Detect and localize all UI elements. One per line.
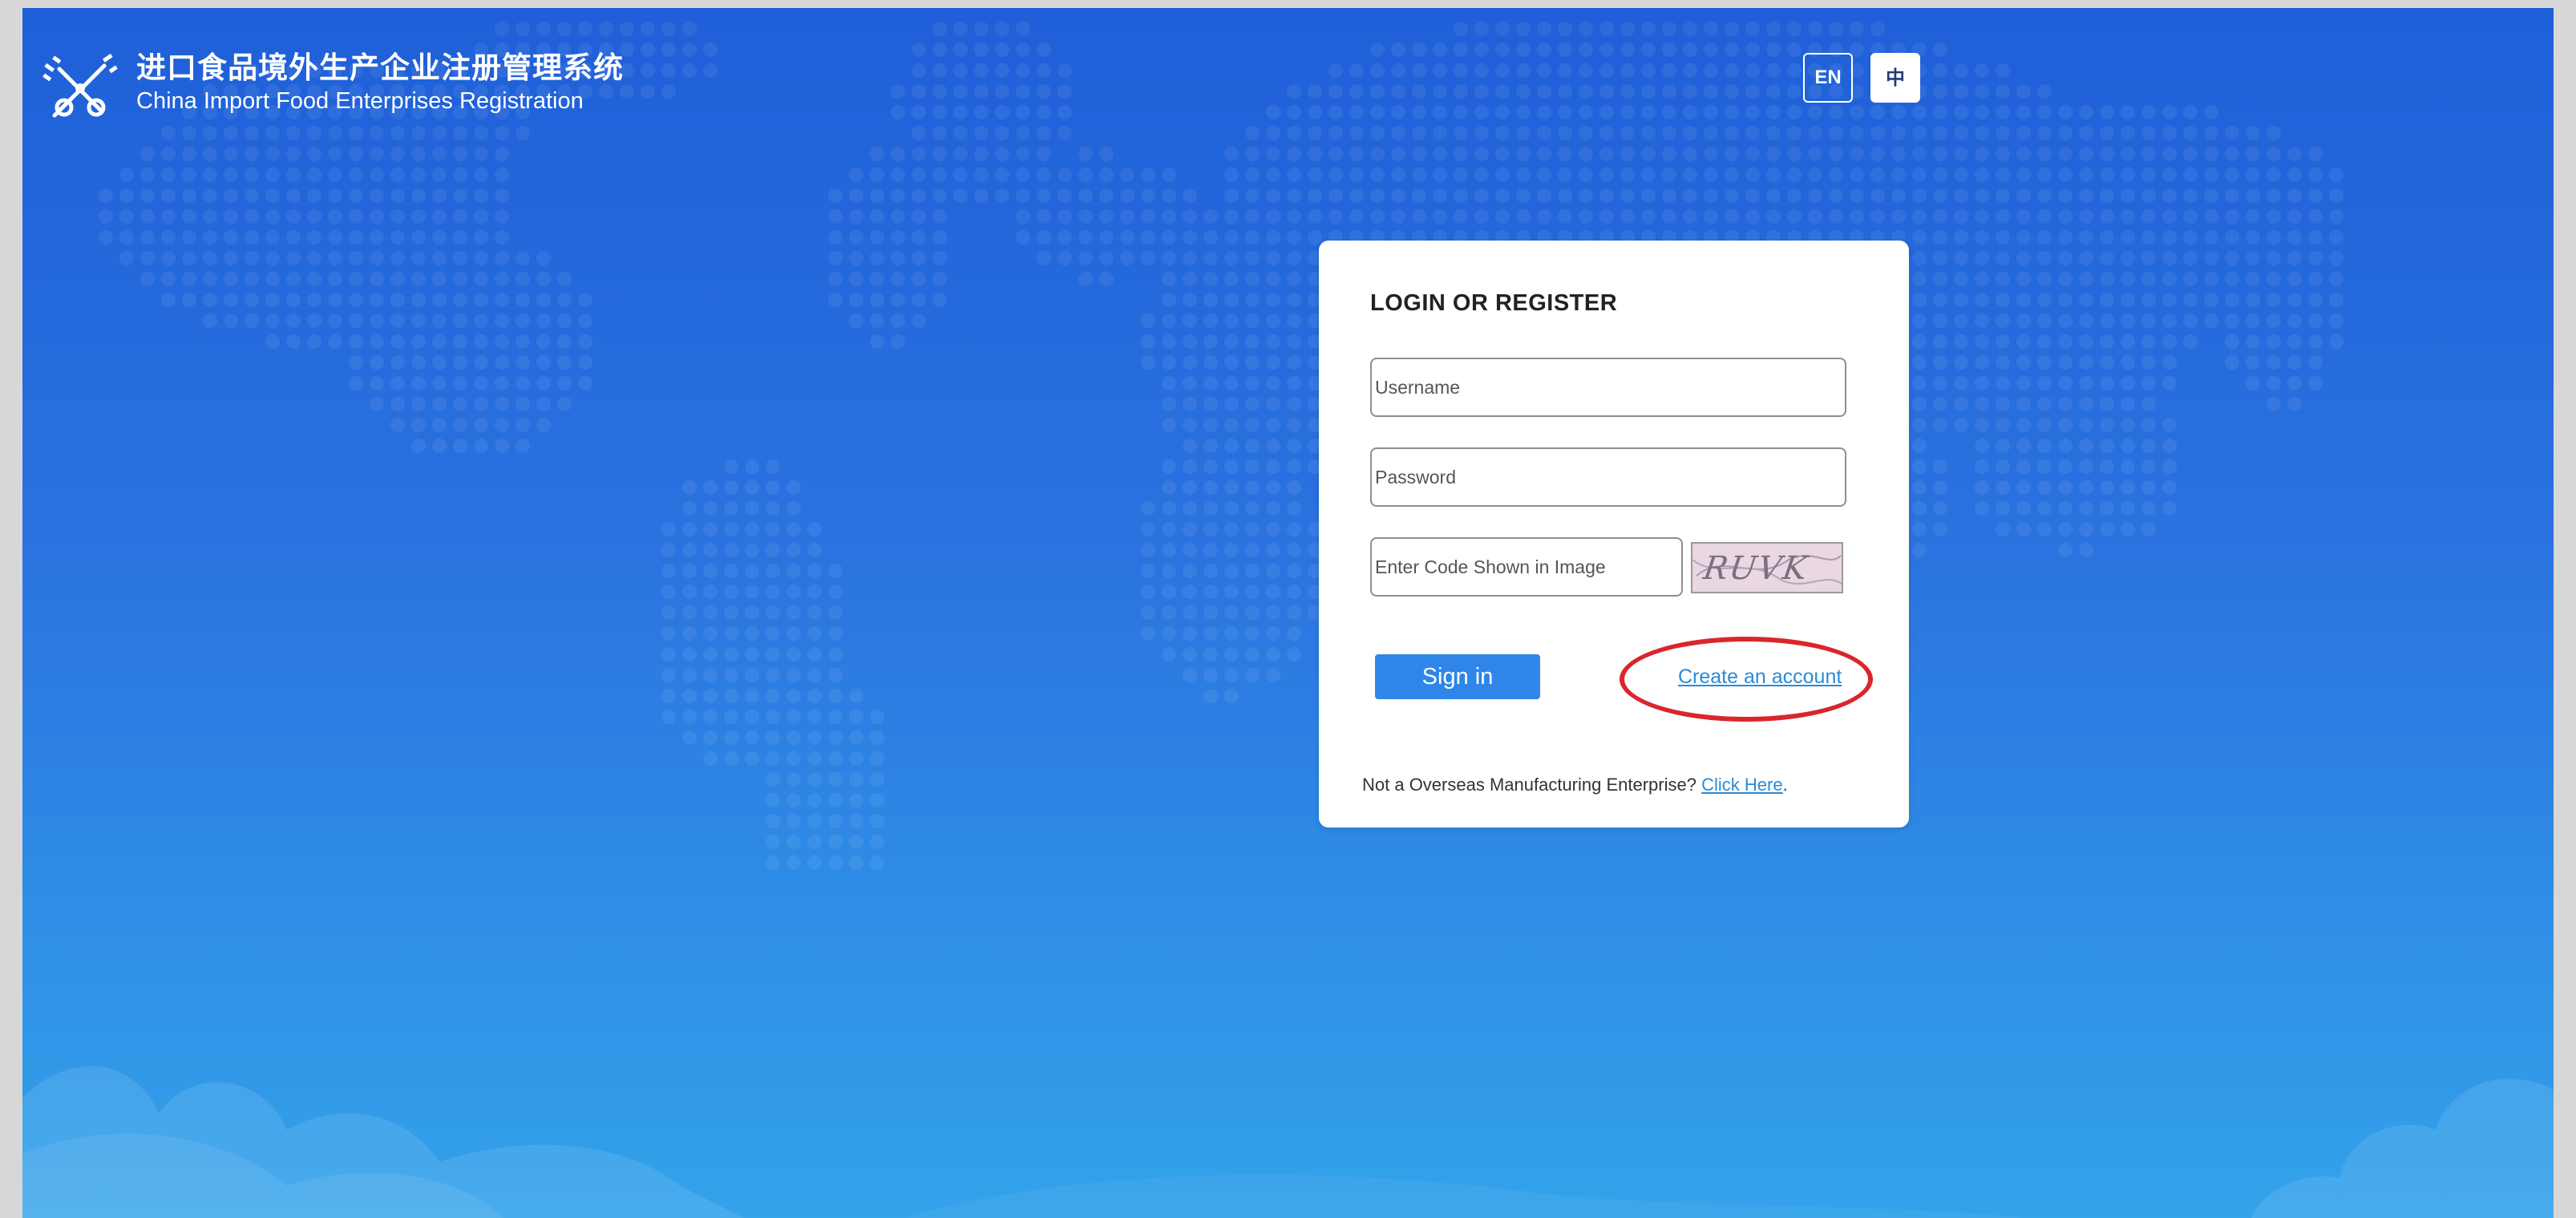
sign-in-button[interactable]: Sign in [1375,654,1540,699]
system-title-cn: 进口食品境外生产企业注册管理系统 [136,51,624,85]
captcha-image[interactable]: RUVK [1691,542,1843,593]
create-account-link[interactable]: Create an account [1678,666,1842,689]
username-input[interactable] [1370,358,1846,417]
language-switcher: EN 中 [1803,53,1920,103]
system-title-en: China Import Food Enterprises Registrati… [136,88,584,114]
page-background: 进口食品境外生产企业注册管理系统 China Import Food Enter… [22,8,2554,1218]
login-card: LOGIN OR REGISTER RUVK Sign in Create an… [1319,241,1909,828]
brand-text: 进口食品境外生产企业注册管理系统 China Import Food Enter… [136,50,624,115]
language-cn-button[interactable]: 中 [1870,53,1920,103]
password-input[interactable] [1370,447,1846,507]
cloud-decoration [22,1066,2554,1218]
captcha-text: RUVK [1700,550,1811,587]
non-enterprise-notice: Not a Overseas Manufacturing Enterprise?… [1362,775,1788,795]
satellite-logo-icon [42,53,118,118]
click-here-link[interactable]: Click Here [1701,775,1782,795]
notice-text: Not a Overseas Manufacturing Enterprise? [1362,775,1696,795]
dot-map-dots [99,22,2343,870]
notice-period: . [1782,775,1788,795]
brand-header: 进口食品境外生产企业注册管理系统 China Import Food Enter… [40,50,624,130]
language-en-button[interactable]: EN [1803,53,1853,103]
login-title: LOGIN OR REGISTER [1370,290,1618,316]
captcha-input[interactable] [1370,537,1683,597]
